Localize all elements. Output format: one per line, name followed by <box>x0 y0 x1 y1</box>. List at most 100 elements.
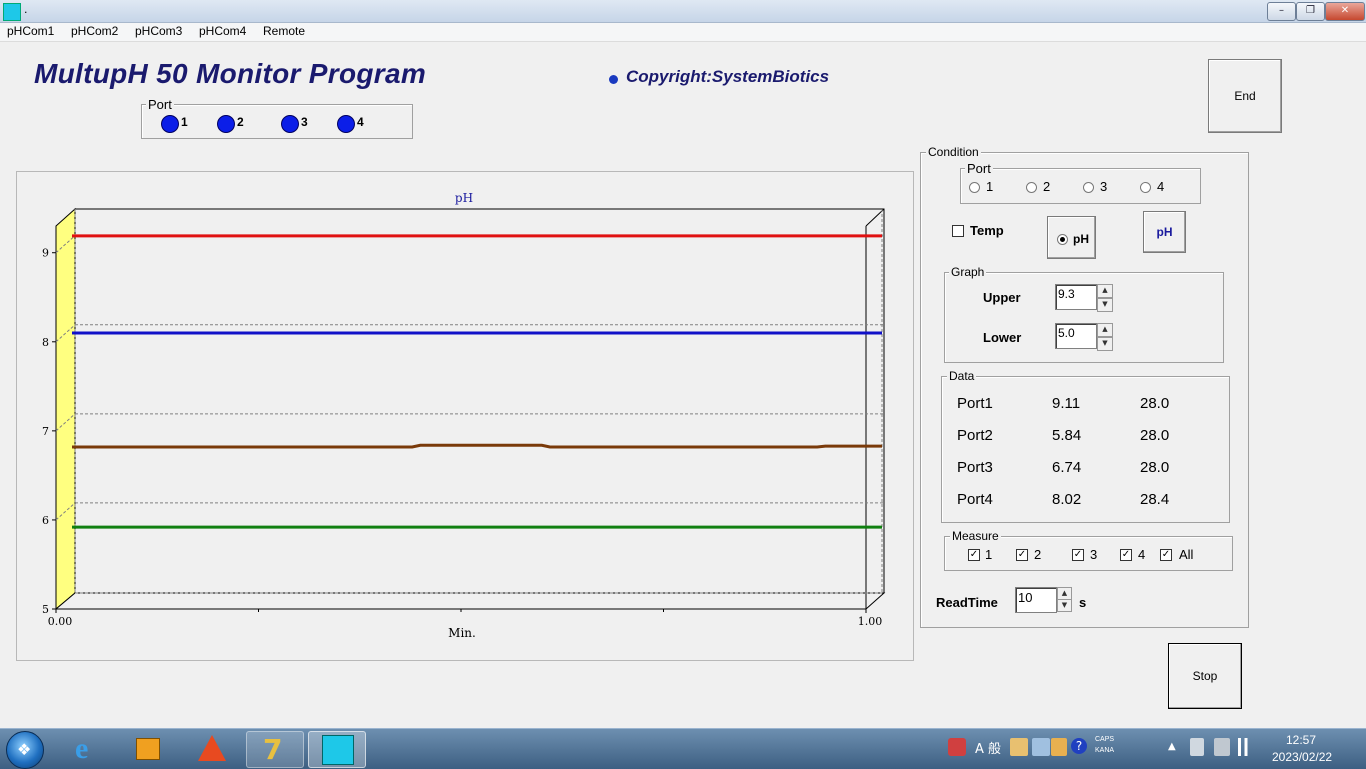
ph-radio-label: pH <box>1073 232 1089 246</box>
data-label: Data <box>947 369 977 383</box>
port-radio-label-1: 1 <box>986 179 994 194</box>
minimize-button[interactable]: – <box>1267 2 1296 21</box>
tray-ime-icon[interactable] <box>1010 738 1028 756</box>
upper-spin-up[interactable]: ▲ <box>1097 284 1113 298</box>
temp-checkbox[interactable] <box>952 225 964 237</box>
ph-radio[interactable] <box>1057 234 1068 245</box>
stop-button[interactable]: Stop <box>1168 643 1242 709</box>
taskbar-app-3[interactable] <box>184 731 240 766</box>
data-temp-3: 28.0 <box>1140 459 1170 476</box>
caps-indicator: CAPS <box>1095 736 1115 743</box>
ph-monitor-icon <box>322 735 354 765</box>
chevron-up-icon: ▲ <box>1102 325 1108 333</box>
tray-search-icon[interactable] <box>1032 738 1050 756</box>
port-radio-3[interactable] <box>1083 182 1094 193</box>
port-radio-label-2: 2 <box>1043 179 1051 194</box>
port-led-label-3: 3 <box>301 115 308 129</box>
tray-volume-icon[interactable] <box>1238 738 1254 756</box>
y-tick-label: 6 <box>42 514 49 527</box>
condition-label: Condition <box>926 145 981 159</box>
tray-tools-icon[interactable] <box>1051 738 1067 756</box>
taskbar-media-player[interactable] <box>121 731 177 766</box>
readtime-input[interactable]: 10 <box>1015 587 1057 613</box>
tray-security-icon[interactable] <box>948 738 966 756</box>
app-icon-7: 7 <box>263 733 283 766</box>
data-port-3: Port3 <box>957 459 993 476</box>
menu-phcom4[interactable]: pHCom4 <box>199 24 246 38</box>
lower-spin-up[interactable]: ▲ <box>1097 323 1113 337</box>
chart-side-wall <box>55 207 76 611</box>
end-button[interactable]: End <box>1208 59 1282 133</box>
port-led-label-2: 2 <box>237 115 244 129</box>
port-led-label-4: 4 <box>357 115 364 129</box>
port-radio-group <box>960 168 1201 204</box>
port-radio-label: Port <box>965 161 993 176</box>
x-tick-label: 0.00 <box>48 615 73 628</box>
data-ph-1: 9.11 <box>1052 395 1081 412</box>
app-icon[interactable] <box>3 3 21 21</box>
port-radio-4[interactable] <box>1140 182 1151 193</box>
upper-spin-down[interactable]: ▼ <box>1097 298 1113 312</box>
kana-indicator: KANA <box>1095 747 1115 754</box>
clock-time[interactable]: 12:57 <box>1286 733 1316 747</box>
chart-plot-area <box>74 208 885 594</box>
port-radio-2[interactable] <box>1026 182 1037 193</box>
port-led-2-icon <box>217 115 235 133</box>
ph-button[interactable]: pH <box>1143 211 1186 253</box>
clock-date[interactable]: 2023/02/22 <box>1272 750 1332 764</box>
restore-button[interactable]: ❐ <box>1296 2 1325 21</box>
readtime-spin-down[interactable]: ▼ <box>1057 599 1072 612</box>
restore-icon: ❐ <box>1306 5 1315 16</box>
app-icon-3 <box>198 735 226 761</box>
graph-label: Graph <box>949 265 987 279</box>
port-led-label-1: 1 <box>181 115 188 129</box>
port-radio-label-4: 4 <box>1157 179 1165 194</box>
port-indicator-label: Port <box>146 97 174 112</box>
copyright-text: Copyright:SystemBiotics <box>626 67 830 86</box>
data-temp-4: 28.4 <box>1140 491 1170 508</box>
lower-label: Lower <box>983 330 1022 345</box>
copyright-dot-icon <box>609 75 618 84</box>
checkmark-icon: ✓ <box>1073 549 1083 560</box>
chart-floor <box>54 592 886 610</box>
menu-phcom3[interactable]: pHCom3 <box>135 24 182 38</box>
checkmark-icon: ✓ <box>1017 549 1027 560</box>
start-button[interactable]: ❖ <box>6 731 44 769</box>
measure-checkbox-all[interactable]: ✓ <box>1160 549 1172 561</box>
chart-y-ticks: 56789 <box>42 247 56 616</box>
measure-label-4: 4 <box>1138 547 1146 562</box>
taskbar-ph-monitor[interactable] <box>308 731 366 768</box>
taskbar-app-4[interactable]: 7 <box>246 731 304 768</box>
taskbar-ie[interactable]: e <box>63 731 119 766</box>
menu-phcom2[interactable]: pHCom2 <box>71 24 118 38</box>
y-tick-label: 7 <box>42 425 49 438</box>
chevron-down-icon: ▼ <box>1102 339 1108 347</box>
readtime-unit: s <box>1079 595 1087 610</box>
ime-mode[interactable]: A 般 <box>975 738 1001 757</box>
media-player-icon <box>136 738 160 760</box>
menu-remote[interactable]: Remote <box>263 24 305 38</box>
checkmark-icon: ✓ <box>969 549 979 560</box>
tray-network-icon[interactable] <box>1214 738 1230 756</box>
windows-logo-icon: ❖ <box>17 740 32 759</box>
measure-checkbox-4[interactable]: ✓ <box>1120 549 1132 561</box>
x-tick-label: 1.00 <box>858 615 883 628</box>
data-port-1: Port1 <box>957 395 993 412</box>
upper-input[interactable]: 9.3 <box>1055 284 1097 310</box>
close-icon: ✕ <box>1340 5 1350 16</box>
lower-spin-down[interactable]: ▼ <box>1097 337 1113 351</box>
data-ph-4: 8.02 <box>1052 491 1082 508</box>
measure-checkbox-1[interactable]: ✓ <box>968 549 980 561</box>
lower-input[interactable]: 5.0 <box>1055 323 1097 349</box>
port-radio-1[interactable] <box>969 182 980 193</box>
measure-checkbox-2[interactable]: ✓ <box>1016 549 1028 561</box>
help-icon[interactable]: ? <box>1071 738 1087 754</box>
menu-phcom1[interactable]: pHCom1 <box>7 24 54 38</box>
tray-expand-icon[interactable]: ▲ <box>1168 741 1176 752</box>
tray-device-icon[interactable] <box>1190 738 1204 756</box>
close-button[interactable]: ✕ <box>1325 2 1365 21</box>
chevron-down-icon: ▼ <box>1102 300 1108 308</box>
app-title: MultupH 50 Monitor Program <box>34 58 427 89</box>
data-temp-2: 28.0 <box>1140 427 1170 444</box>
measure-checkbox-3[interactable]: ✓ <box>1072 549 1084 561</box>
